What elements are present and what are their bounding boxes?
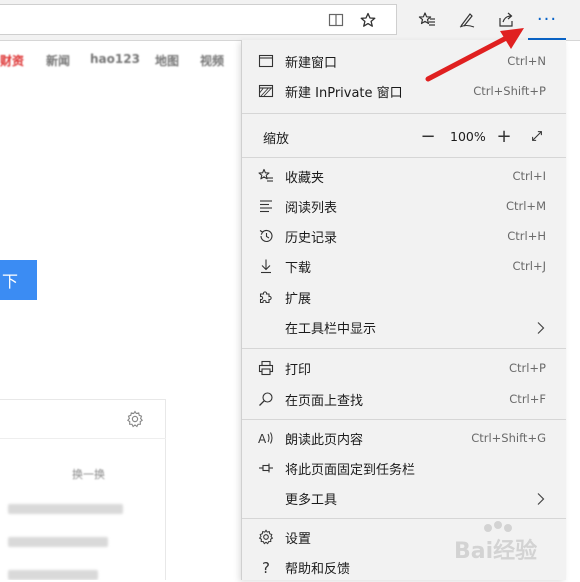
settings-icon — [258, 529, 274, 545]
menu-item-label: 新建窗口 — [285, 55, 338, 71]
page-nav-item[interactable]: 财资 — [0, 52, 24, 69]
menu-item-label: 扩展 — [285, 291, 312, 307]
page-nav-item[interactable]: 地图 — [155, 52, 179, 69]
card-divider — [0, 438, 166, 439]
menu-item-downloads[interactable]: 下载 Ctrl+J — [242, 251, 566, 281]
menu-item-label: 在页面上查找 — [285, 393, 364, 409]
menu-item-label: 阅读列表 — [285, 200, 338, 216]
news-line[interactable] — [8, 504, 123, 514]
zoom-out-button[interactable]: − — [419, 126, 437, 147]
extensions-icon — [258, 289, 274, 305]
menu-item-shortcut: Ctrl+Shift+G — [471, 431, 546, 445]
news-line[interactable] — [8, 570, 98, 580]
menu-item-label: 更多工具 — [285, 492, 338, 508]
menu-separator — [242, 113, 566, 114]
page-nav: 财资 新闻 hao123 地图 视频 — [0, 45, 240, 71]
zoom-label: 缩放 — [263, 132, 290, 147]
zoom-row: 缩放 − 100% + — [242, 121, 566, 151]
zoom-level: 100% — [450, 129, 486, 144]
menu-item-shortcut: Ctrl+H — [507, 229, 546, 243]
page-nav-item[interactable]: 视频 — [200, 52, 224, 69]
menu-item-favorites[interactable]: 收藏夹 Ctrl+I — [242, 161, 566, 191]
menu-separator — [242, 419, 566, 420]
find-icon — [258, 391, 274, 407]
search-button[interactable]: 下 — [0, 260, 37, 300]
reading-view-icon[interactable] — [328, 12, 344, 28]
menu-item-print[interactable]: 打印 Ctrl+P — [242, 353, 566, 383]
chevron-right-icon — [536, 491, 546, 505]
favorite-star-icon[interactable] — [360, 12, 376, 28]
menu-item-label: 帮助和反馈 — [285, 561, 351, 577]
address-bar[interactable] — [0, 4, 397, 35]
history-icon — [258, 228, 274, 244]
favorites-icon — [258, 168, 274, 184]
menu-item-shortcut: Ctrl+M — [505, 199, 546, 213]
inprivate-icon — [258, 83, 274, 99]
settings-menu: 新建窗口 Ctrl+N 新建 InPrivate 窗口 Ctrl+Shift+P… — [241, 40, 566, 580]
web-page: 财资 新闻 hao123 地图 视频 下 换一换 — [0, 41, 240, 580]
settings-gear-icon[interactable] — [126, 410, 144, 428]
menu-item-find-on-page[interactable]: 在页面上查找 Ctrl+F — [242, 384, 566, 414]
menu-item-label: 设置 — [285, 531, 312, 547]
menu-item-label: 将此页面固定到任务栏 — [285, 462, 416, 478]
menu-item-extensions[interactable]: 扩展 — [242, 282, 566, 312]
news-card: 换一换 — [0, 399, 166, 580]
menu-item-label: 收藏夹 — [285, 170, 325, 186]
menu-item-more-tools[interactable]: 更多工具 — [242, 483, 566, 513]
svg-text:?: ? — [262, 559, 270, 575]
menu-item-reading-list[interactable]: 阅读列表 Ctrl+M — [242, 191, 566, 221]
watermark-text: Bai经验 — [454, 538, 537, 564]
menu-item-label: 历史记录 — [285, 230, 338, 246]
reading-list-icon — [258, 198, 274, 214]
svg-text:A: A — [258, 432, 267, 446]
zoom-in-button[interactable]: + — [495, 126, 513, 147]
fullscreen-icon[interactable] — [528, 127, 546, 145]
menu-separator — [242, 157, 566, 158]
page-nav-item[interactable]: 新闻 — [46, 52, 70, 69]
menu-item-pin-to-taskbar[interactable]: 将此页面固定到任务栏 — [242, 453, 566, 483]
more-icon[interactable]: ··· — [528, 0, 566, 40]
menu-item-shortcut: Ctrl+F — [509, 392, 546, 406]
menu-item-shortcut: Ctrl+J — [512, 259, 547, 273]
menu-item-show-in-toolbar[interactable]: 在工具栏中显示 — [242, 312, 566, 342]
print-icon — [258, 360, 274, 376]
menu-item-label: 在工具栏中显示 — [285, 321, 377, 337]
menu-item-label: 打印 — [285, 362, 312, 378]
chevron-right-icon — [536, 320, 546, 334]
menu-item-read-aloud[interactable]: A 朗读此页内容 Ctrl+Shift+G — [242, 423, 566, 453]
menu-item-shortcut: Ctrl+P — [508, 361, 546, 375]
news-line[interactable] — [8, 537, 108, 547]
page-nav-item[interactable]: hao123 — [90, 52, 140, 66]
menu-item-label: 下载 — [285, 260, 312, 276]
menu-item-shortcut: Ctrl+Shift+P — [473, 84, 546, 98]
menu-item-label: 新建 InPrivate 窗口 — [285, 85, 403, 101]
pin-icon — [258, 460, 274, 476]
menu-item-history[interactable]: 历史记录 Ctrl+H — [242, 221, 566, 251]
window-icon — [258, 53, 274, 69]
menu-separator — [242, 518, 566, 519]
read-aloud-icon: A — [258, 430, 274, 446]
annotation-arrow — [425, 28, 524, 82]
help-icon: ? — [258, 559, 274, 575]
download-icon — [258, 258, 274, 274]
menu-item-label: 朗读此页内容 — [285, 432, 364, 448]
menu-separator — [242, 348, 566, 349]
refresh-link[interactable]: 换一换 — [72, 466, 105, 482]
baidu-watermark: Bai经验 — [452, 520, 557, 566]
menu-item-shortcut: Ctrl+I — [512, 169, 547, 183]
